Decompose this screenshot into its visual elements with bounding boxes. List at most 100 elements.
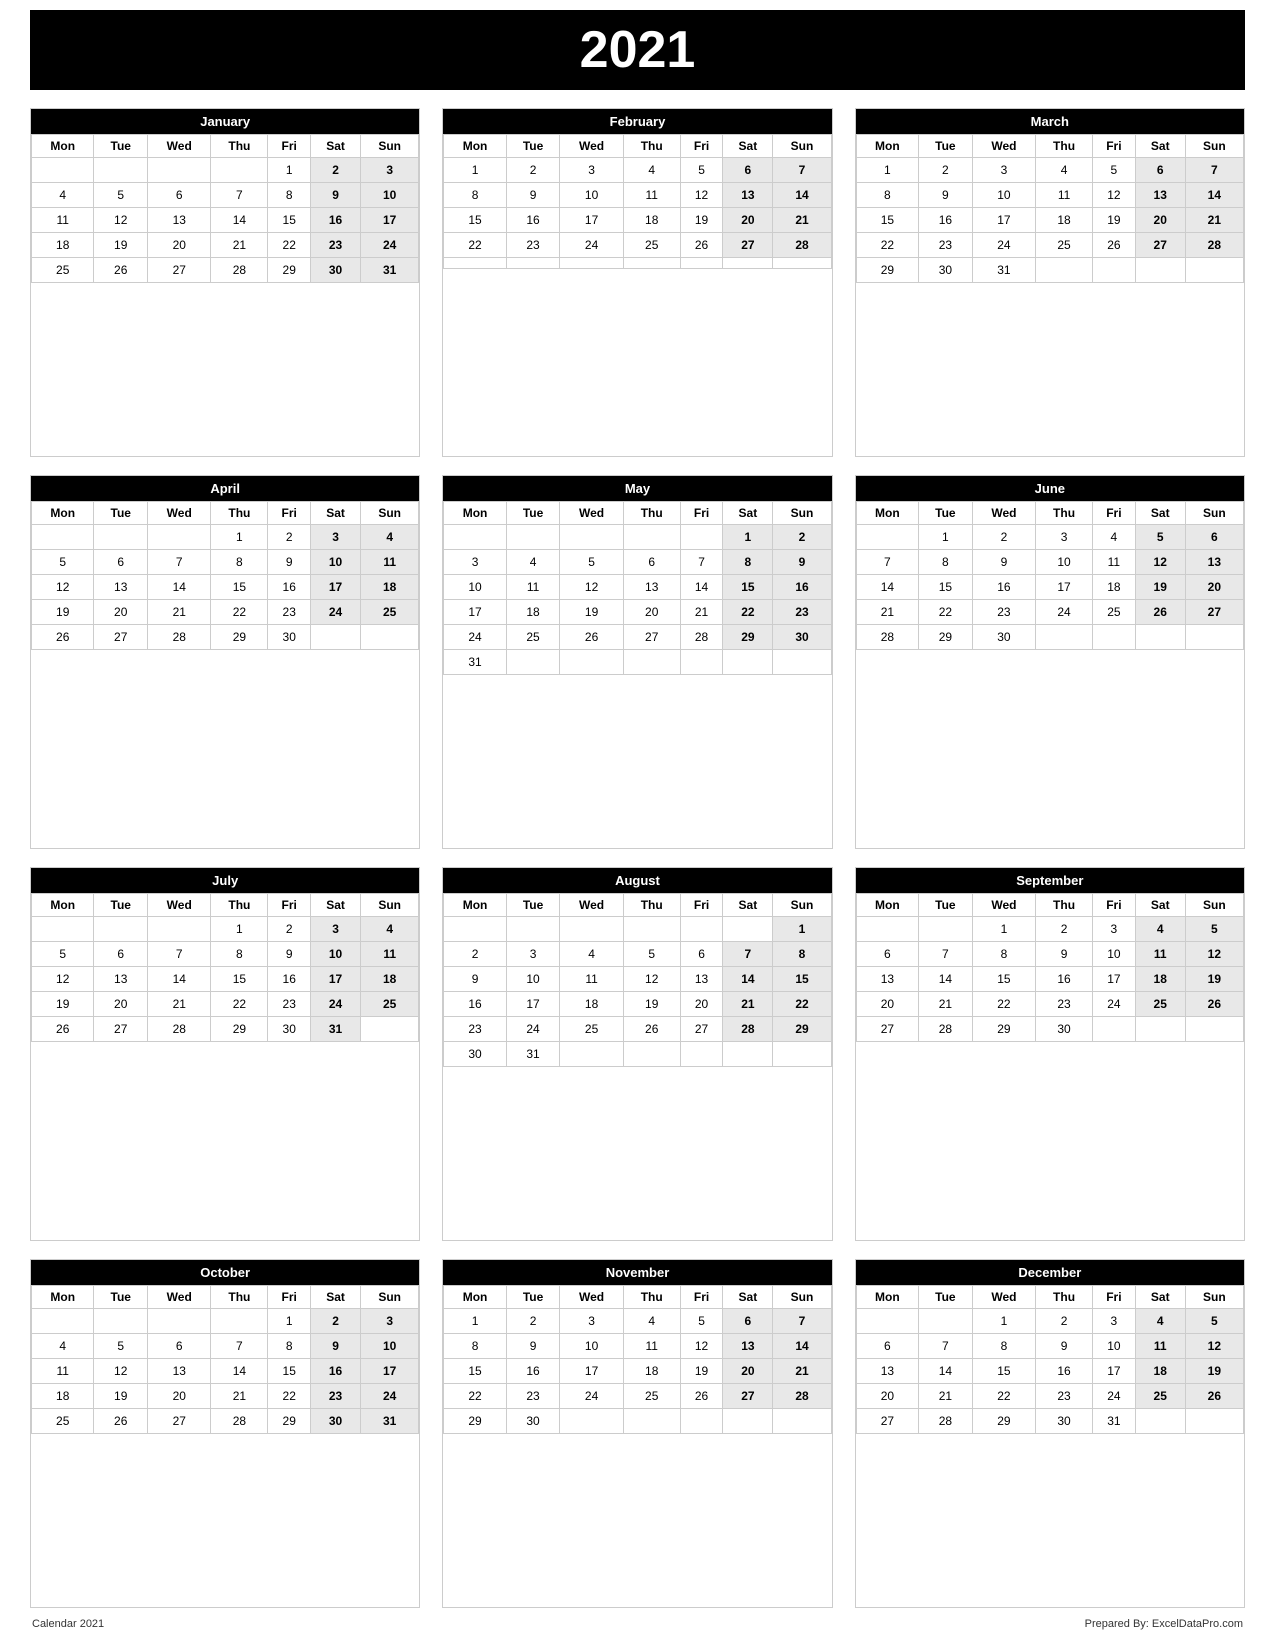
day-header: Thu xyxy=(211,894,268,917)
day-cell: 31 xyxy=(311,1017,361,1042)
day-cell xyxy=(560,917,623,942)
day-cell: 22 xyxy=(972,992,1035,1017)
day-cell: 17 xyxy=(311,967,361,992)
day-cell: 19 xyxy=(94,233,148,258)
day-cell: 16 xyxy=(506,1359,560,1384)
day-cell xyxy=(623,525,680,550)
day-cell: 9 xyxy=(311,183,361,208)
day-cell: 7 xyxy=(148,942,211,967)
day-cell: 11 xyxy=(623,1334,680,1359)
day-cell: 20 xyxy=(723,1359,773,1384)
day-cell: 13 xyxy=(94,575,148,600)
day-cell: 18 xyxy=(623,1359,680,1384)
day-cell: 15 xyxy=(856,208,918,233)
day-cell: 6 xyxy=(94,550,148,575)
day-cell xyxy=(560,650,623,675)
day-cell: 30 xyxy=(919,258,973,283)
day-cell: 18 xyxy=(1036,208,1093,233)
day-cell: 21 xyxy=(680,600,723,625)
day-cell xyxy=(444,258,506,269)
day-cell: 13 xyxy=(1185,550,1243,575)
day-cell: 24 xyxy=(1036,600,1093,625)
day-cell: 16 xyxy=(1036,1359,1093,1384)
day-header: Thu xyxy=(1036,1286,1093,1309)
day-header: Sat xyxy=(1135,894,1185,917)
day-cell: 26 xyxy=(1135,600,1185,625)
day-cell: 22 xyxy=(444,1384,506,1409)
day-cell: 5 xyxy=(560,550,623,575)
day-cell: 6 xyxy=(94,942,148,967)
day-header: Fri xyxy=(268,1286,311,1309)
day-header: Mon xyxy=(856,894,918,917)
day-cell: 1 xyxy=(444,1309,506,1334)
day-header: Sun xyxy=(773,1286,831,1309)
day-cell: 7 xyxy=(723,942,773,967)
day-cell: 27 xyxy=(148,1409,211,1434)
day-cell: 5 xyxy=(32,550,94,575)
day-header: Wed xyxy=(148,894,211,917)
day-cell xyxy=(361,625,419,650)
day-cell: 26 xyxy=(94,1409,148,1434)
day-header: Mon xyxy=(444,135,506,158)
day-cell: 12 xyxy=(680,1334,723,1359)
month-title: December xyxy=(856,1260,1244,1285)
day-cell: 22 xyxy=(444,233,506,258)
day-cell: 22 xyxy=(723,600,773,625)
day-header: Sat xyxy=(723,894,773,917)
day-cell: 23 xyxy=(506,1384,560,1409)
day-cell: 15 xyxy=(268,208,311,233)
day-cell: 9 xyxy=(773,550,831,575)
day-cell: 7 xyxy=(680,550,723,575)
day-cell: 24 xyxy=(444,625,506,650)
day-cell: 3 xyxy=(361,158,419,183)
day-header: Sat xyxy=(723,135,773,158)
day-cell: 28 xyxy=(148,1017,211,1042)
day-header: Thu xyxy=(623,502,680,525)
day-cell xyxy=(623,917,680,942)
day-cell: 16 xyxy=(972,575,1035,600)
day-cell: 1 xyxy=(211,525,268,550)
day-cell: 13 xyxy=(623,575,680,600)
day-cell: 4 xyxy=(32,183,94,208)
day-cell: 5 xyxy=(680,1309,723,1334)
day-cell xyxy=(1185,258,1243,283)
day-cell: 21 xyxy=(919,1384,973,1409)
day-cell: 12 xyxy=(94,1359,148,1384)
day-cell: 1 xyxy=(723,525,773,550)
day-cell: 8 xyxy=(972,942,1035,967)
day-cell: 22 xyxy=(268,233,311,258)
day-cell: 12 xyxy=(623,967,680,992)
day-cell: 22 xyxy=(972,1384,1035,1409)
day-cell: 28 xyxy=(211,1409,268,1434)
day-cell xyxy=(1036,625,1093,650)
day-cell: 17 xyxy=(361,208,419,233)
day-cell: 20 xyxy=(1135,208,1185,233)
day-cell: 10 xyxy=(972,183,1035,208)
day-cell: 3 xyxy=(506,942,560,967)
day-cell: 17 xyxy=(311,575,361,600)
day-cell xyxy=(680,1409,723,1434)
month-september: SeptemberMonTueWedThuFriSatSun1234567891… xyxy=(855,867,1245,1241)
day-cell: 9 xyxy=(444,967,506,992)
day-header: Sun xyxy=(361,1286,419,1309)
day-cell: 25 xyxy=(1135,1384,1185,1409)
day-cell xyxy=(94,917,148,942)
day-cell: 28 xyxy=(148,625,211,650)
day-cell: 22 xyxy=(856,233,918,258)
footer: Calendar 2021 Prepared By: ExcelDataPro.… xyxy=(30,1618,1245,1630)
day-cell xyxy=(1185,1409,1243,1434)
day-cell: 29 xyxy=(268,1409,311,1434)
day-cell: 14 xyxy=(723,967,773,992)
month-table: MonTueWedThuFriSatSun1234567891011121314… xyxy=(31,501,419,650)
day-cell xyxy=(723,1042,773,1067)
day-cell: 15 xyxy=(972,1359,1035,1384)
day-cell: 17 xyxy=(506,992,560,1017)
day-cell: 1 xyxy=(856,158,918,183)
day-cell: 19 xyxy=(680,1359,723,1384)
day-header: Tue xyxy=(919,135,973,158)
day-header: Mon xyxy=(444,502,506,525)
day-header: Fri xyxy=(268,135,311,158)
day-cell: 21 xyxy=(919,992,973,1017)
day-cell: 20 xyxy=(148,233,211,258)
day-cell: 1 xyxy=(972,1309,1035,1334)
